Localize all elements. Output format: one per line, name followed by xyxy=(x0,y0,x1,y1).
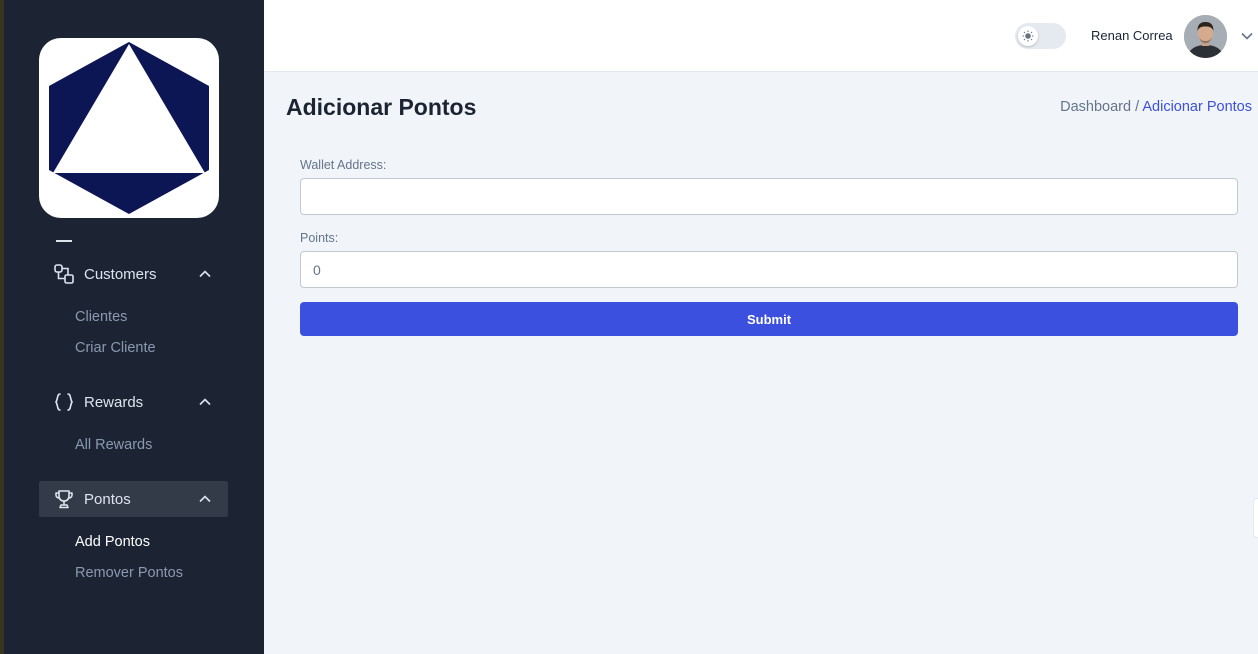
sidebar-group-pontos[interactable]: Pontos xyxy=(39,481,228,517)
chevron-down-icon[interactable] xyxy=(1240,29,1254,43)
sidebar-group-rewards[interactable]: Rewards xyxy=(39,384,228,420)
sidebar-divider xyxy=(56,240,72,242)
breadcrumb: Dashboard / Adicionar Pontos xyxy=(1060,99,1252,115)
breadcrumb-dashboard[interactable]: Dashboard xyxy=(1060,99,1131,115)
theme-toggle[interactable] xyxy=(1015,23,1066,49)
wallet-address-input[interactable] xyxy=(300,178,1238,215)
points-input[interactable] xyxy=(300,251,1238,288)
sidebar-group-label: Rewards xyxy=(84,393,144,411)
top-header: Renan Correa xyxy=(264,0,1258,72)
user-name[interactable]: Renan Correa xyxy=(1091,28,1173,43)
scrollbar-handle[interactable] xyxy=(1253,498,1258,538)
breadcrumb-current: Adicionar Pontos xyxy=(1142,99,1252,115)
sidebar: Customers Clientes Criar Cliente Rewards… xyxy=(4,0,264,654)
sidebar-item-remover-pontos[interactable]: Remover Pontos xyxy=(75,565,183,581)
chevron-up-icon xyxy=(199,495,211,503)
chevron-up-icon xyxy=(199,398,211,406)
logo[interactable] xyxy=(39,38,219,218)
trophy-icon xyxy=(53,488,75,510)
page-title: Adicionar Pontos xyxy=(286,94,477,120)
sidebar-item-clientes[interactable]: Clientes xyxy=(75,309,127,325)
submit-button[interactable]: Submit xyxy=(300,302,1238,336)
sidebar-group-label: Pontos xyxy=(84,490,131,508)
sidebar-group-customers[interactable]: Customers xyxy=(39,256,228,292)
wallet-address-label: Wallet Address: xyxy=(300,158,387,172)
sidebar-group-label: Customers xyxy=(84,265,157,283)
logo-icon xyxy=(49,42,209,214)
sun-icon xyxy=(1018,26,1038,46)
sidebar-item-add-pontos[interactable]: Add Pontos xyxy=(75,534,150,550)
points-label: Points: xyxy=(300,231,339,245)
sidebar-item-criar-cliente[interactable]: Criar Cliente xyxy=(75,340,156,356)
breadcrumb-separator: / xyxy=(1135,99,1140,115)
chevron-up-icon xyxy=(199,270,211,278)
avatar[interactable] xyxy=(1184,15,1227,58)
curly-braces-icon xyxy=(53,391,75,413)
sidebar-item-all-rewards[interactable]: All Rewards xyxy=(75,437,152,453)
users-icon xyxy=(53,263,75,285)
